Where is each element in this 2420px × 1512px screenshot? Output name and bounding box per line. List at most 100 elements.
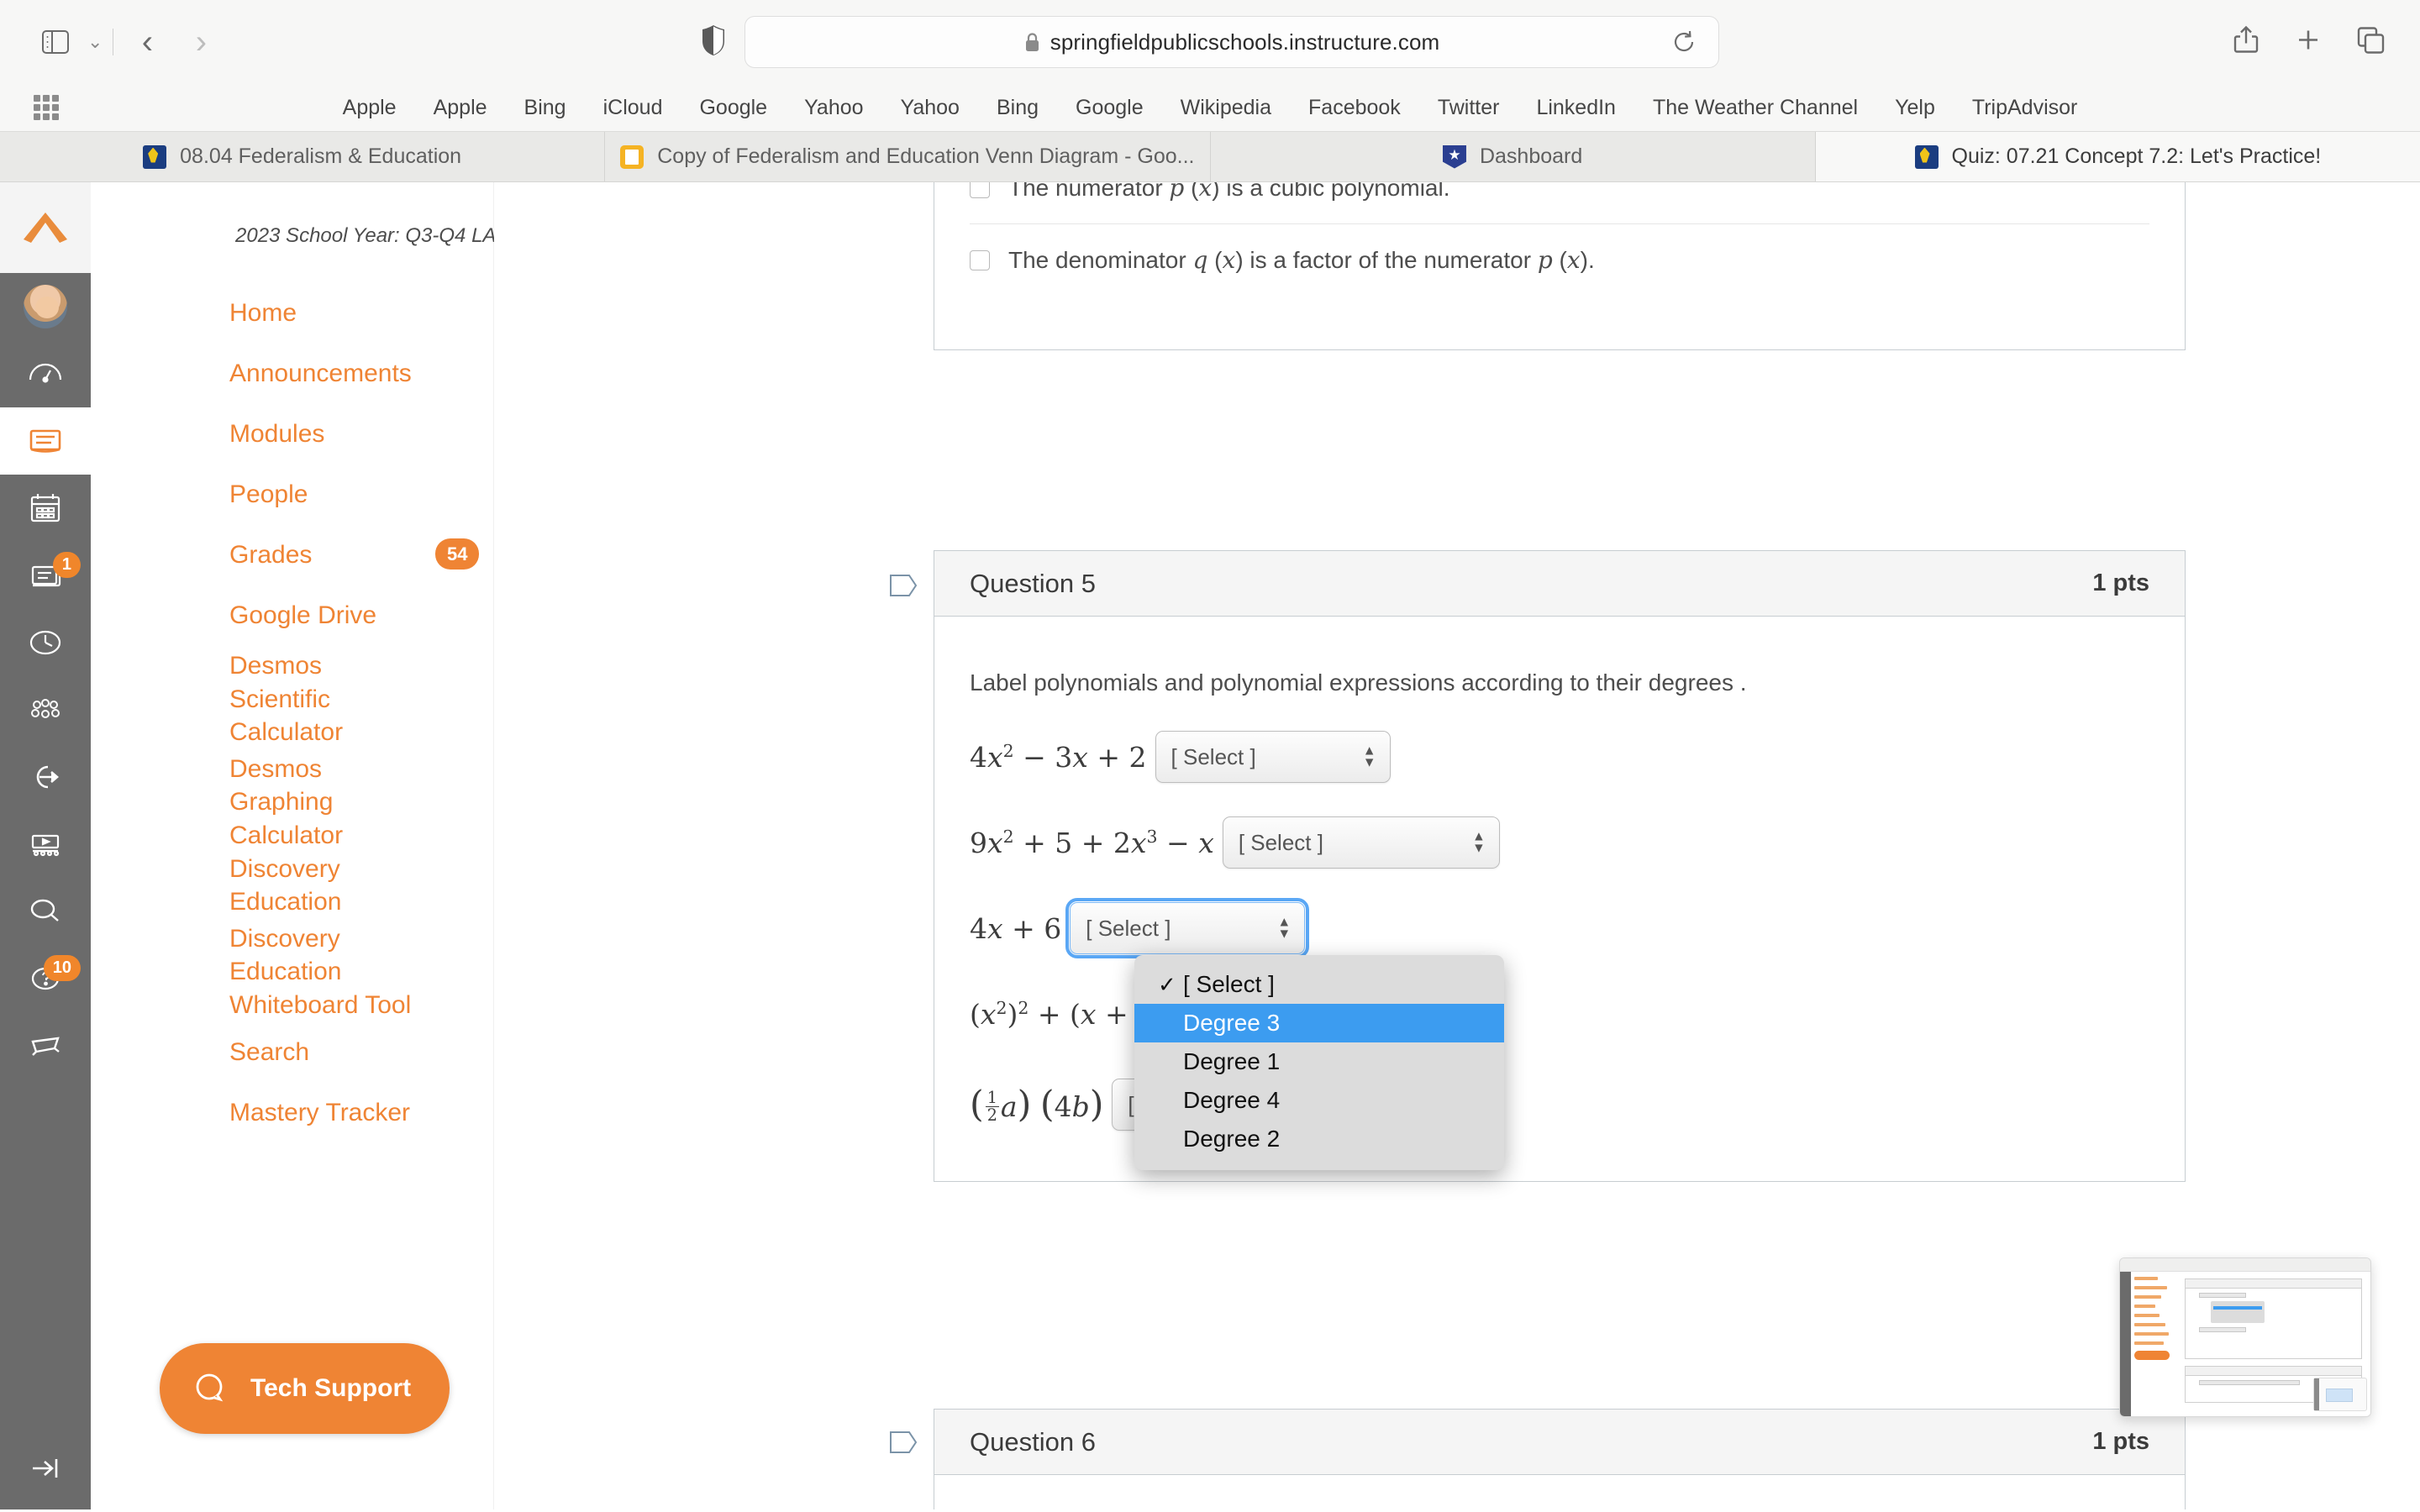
sidebar-item-label: Announcements	[229, 360, 412, 388]
canvas-chevron-logo[interactable]	[0, 182, 91, 273]
question-5-flag-icon[interactable]	[889, 573, 918, 598]
dropdown-option[interactable]: Degree 1	[1134, 1042, 1504, 1081]
bookmark-item[interactable]: Bing	[506, 96, 585, 120]
privacy-shield-icon[interactable]	[701, 24, 726, 60]
expression-2: 9x2 + 5 + 2x3 − x	[970, 826, 1214, 859]
bookmark-item[interactable]: iCloud	[585, 96, 681, 120]
bookmark-item[interactable]: Facebook	[1290, 96, 1419, 120]
rail-item-logout[interactable]	[0, 743, 91, 811]
stepper-arrows-icon: ▲▼	[1362, 743, 1376, 770]
browser-tab[interactable]: 08.04 Federalism & Education	[0, 132, 606, 181]
stepper-arrows-icon: ▲▼	[1277, 915, 1292, 942]
dropdown-option[interactable]: Degree 2	[1134, 1120, 1504, 1158]
bookmark-item[interactable]: Yahoo	[882, 96, 978, 120]
question-5-card: Question 5 1 pts Label polynomials and p…	[934, 550, 2186, 1182]
browser-tab[interactable]: Dashboard	[1210, 132, 1816, 181]
calendar-icon	[30, 494, 60, 522]
rail-collapse-button[interactable]	[0, 1451, 91, 1486]
sidebar-toggle-icon[interactable]	[34, 18, 81, 66]
sidebar-item-label: Search	[229, 1037, 310, 1066]
sidebar-item-discovery-education-whiteboard-tool[interactable]: Discovery Education Whiteboard Tool	[91, 919, 493, 1022]
address-bar[interactable]: springfieldpublicschools.instructure.com	[744, 16, 1719, 68]
browser-tab-title: Dashboard	[1479, 144, 1583, 168]
thumb-chrome-bar	[2120, 1258, 2370, 1272]
rail-item-search[interactable]	[0, 878, 91, 945]
dropdown-option[interactable]: Degree 3	[1134, 1004, 1504, 1042]
rail-item-inbox[interactable]: 1	[0, 542, 91, 609]
rail-item-help[interactable]: 10	[0, 945, 91, 1012]
back-arrow-icon[interactable]: ‹	[124, 18, 171, 66]
choice-row[interactable]: The numerator p (x) is a cubic polynomia…	[970, 182, 2149, 223]
sidebar-item-discovery-education[interactable]: Discovery Education	[91, 853, 493, 919]
choice-row[interactable]: The denominator q (x) is a factor of the…	[970, 223, 2149, 296]
question-6-card: Question 6 1 pts Divide x4 + 2x3 + 6x2 +…	[934, 1409, 2186, 1509]
studio-icon	[31, 699, 60, 718]
browser-tab-title: Copy of Federalism and Education Venn Di…	[657, 144, 1195, 168]
rail-item-dashboard[interactable]	[0, 340, 91, 407]
bookmark-item[interactable]: Yelp	[1876, 96, 1954, 120]
arrow-in-circle-icon	[36, 765, 59, 789]
question-6-flag-icon[interactable]	[889, 1430, 918, 1455]
sidebar-item-desmos-graphing-calculator[interactable]: Desmos Graphing Calculator	[91, 749, 493, 853]
dropdown-option[interactable]: Degree 4	[1134, 1081, 1504, 1120]
collapse-arrow-icon	[33, 1459, 58, 1478]
page-thumbnail-preview[interactable]	[2119, 1257, 2371, 1417]
plus-icon[interactable]	[2292, 24, 2324, 60]
rail-item-account[interactable]	[0, 273, 91, 340]
rail-item-commons[interactable]	[0, 676, 91, 743]
bookmark-item[interactable]: TripAdvisor	[1954, 96, 2096, 120]
chevron-down-icon[interactable]: ⌄	[87, 31, 103, 53]
bookmark-item[interactable]: Wikipedia	[1162, 96, 1290, 120]
bookmark-item[interactable]: Google	[1057, 96, 1162, 120]
sidebar-item-mastery-tracker[interactable]: Mastery Tracker	[91, 1083, 493, 1143]
dropdown-option-label: Degree 1	[1183, 1048, 1281, 1074]
reload-icon[interactable]	[1671, 29, 1697, 55]
degree-select-2[interactable]: [ Select ] ▲ ▼	[1222, 816, 1500, 869]
bookmark-item[interactable]: Yahoo	[786, 96, 881, 120]
chat-bubble-icon	[196, 1373, 224, 1402]
apps-grid-icon[interactable]	[34, 95, 59, 120]
expression-5: (1 2 a) (4b)	[970, 1083, 1104, 1126]
bookmark-item[interactable]: Apple	[324, 96, 415, 120]
bookmark-item[interactable]: Google	[681, 96, 786, 120]
sidebar-item-label: Grades	[229, 541, 313, 570]
browser-tab[interactable]: Copy of Federalism and Education Venn Di…	[605, 132, 1211, 181]
media-play-icon	[31, 834, 60, 857]
google-docs-icon	[620, 144, 644, 169]
browser-tab-title: 08.04 Federalism & Education	[180, 144, 462, 168]
share-icon[interactable]	[2230, 24, 2262, 60]
degree-select-3[interactable]: [ Select ] ▲ ▼	[1065, 898, 1310, 958]
sidebar-item-grades[interactable]: Grades 54	[91, 525, 493, 585]
degree-select-3-value: [ Select ]	[1086, 915, 1171, 941]
thumb-rail	[2120, 1272, 2131, 1416]
rail-item-courses[interactable]	[0, 407, 91, 475]
bookmark-item[interactable]: Bing	[978, 96, 1057, 120]
rail-item-pin[interactable]	[0, 1012, 91, 1079]
sidebar-item-google-drive[interactable]: Google Drive	[91, 585, 493, 646]
tab-overview-icon[interactable]	[2354, 24, 2386, 60]
sidebar-item-announcements[interactable]: Announcements	[91, 344, 493, 404]
rail-item-calendar[interactable]	[0, 475, 91, 542]
degree-select-1[interactable]: [ Select ] ▲ ▼	[1155, 731, 1391, 783]
sidebar-item-modules[interactable]: Modules	[91, 404, 493, 465]
bookmark-item[interactable]: Apple	[415, 96, 506, 120]
browser-tab[interactable]: Quiz: 07.21 Concept 7.2: Let's Practice!	[1815, 132, 2420, 181]
sidebar-item-home[interactable]: Home	[91, 283, 493, 344]
degree-dropdown-popup[interactable]: ✓ [ Select ] Degree 3 Degree 1 Degree 4 Degre…	[1134, 955, 1504, 1170]
rail-item-history[interactable]	[0, 609, 91, 676]
sidebar-item-people[interactable]: People	[91, 465, 493, 525]
question-6-body: Divide x4 + 2x3 + 6x2 + 4x + 8 by x2 + 2…	[934, 1475, 2185, 1509]
sidebar-item-desmos-scientific-calculator[interactable]: Desmos Scientific Calculator	[91, 646, 493, 749]
bookmark-item[interactable]: The Weather Channel	[1634, 96, 1876, 120]
choice-checkbox[interactable]	[970, 182, 990, 198]
forward-arrow-icon[interactable]: ›	[177, 18, 224, 66]
rail-item-media[interactable]	[0, 811, 91, 878]
sidebar-item-search[interactable]: Search	[91, 1022, 493, 1083]
course-navigation: 2023 School Year: Q3-Q4 LA... Home Announ…	[91, 182, 513, 1509]
bookmark-item[interactable]: LinkedIn	[1518, 96, 1634, 120]
choice-checkbox[interactable]	[970, 249, 990, 270]
dropdown-option[interactable]: ✓ [ Select ]	[1134, 965, 1504, 1004]
thumb-course-nav	[2131, 1272, 2176, 1416]
tech-support-button[interactable]: Tech Support	[160, 1343, 450, 1434]
bookmark-item[interactable]: Twitter	[1419, 96, 1518, 120]
